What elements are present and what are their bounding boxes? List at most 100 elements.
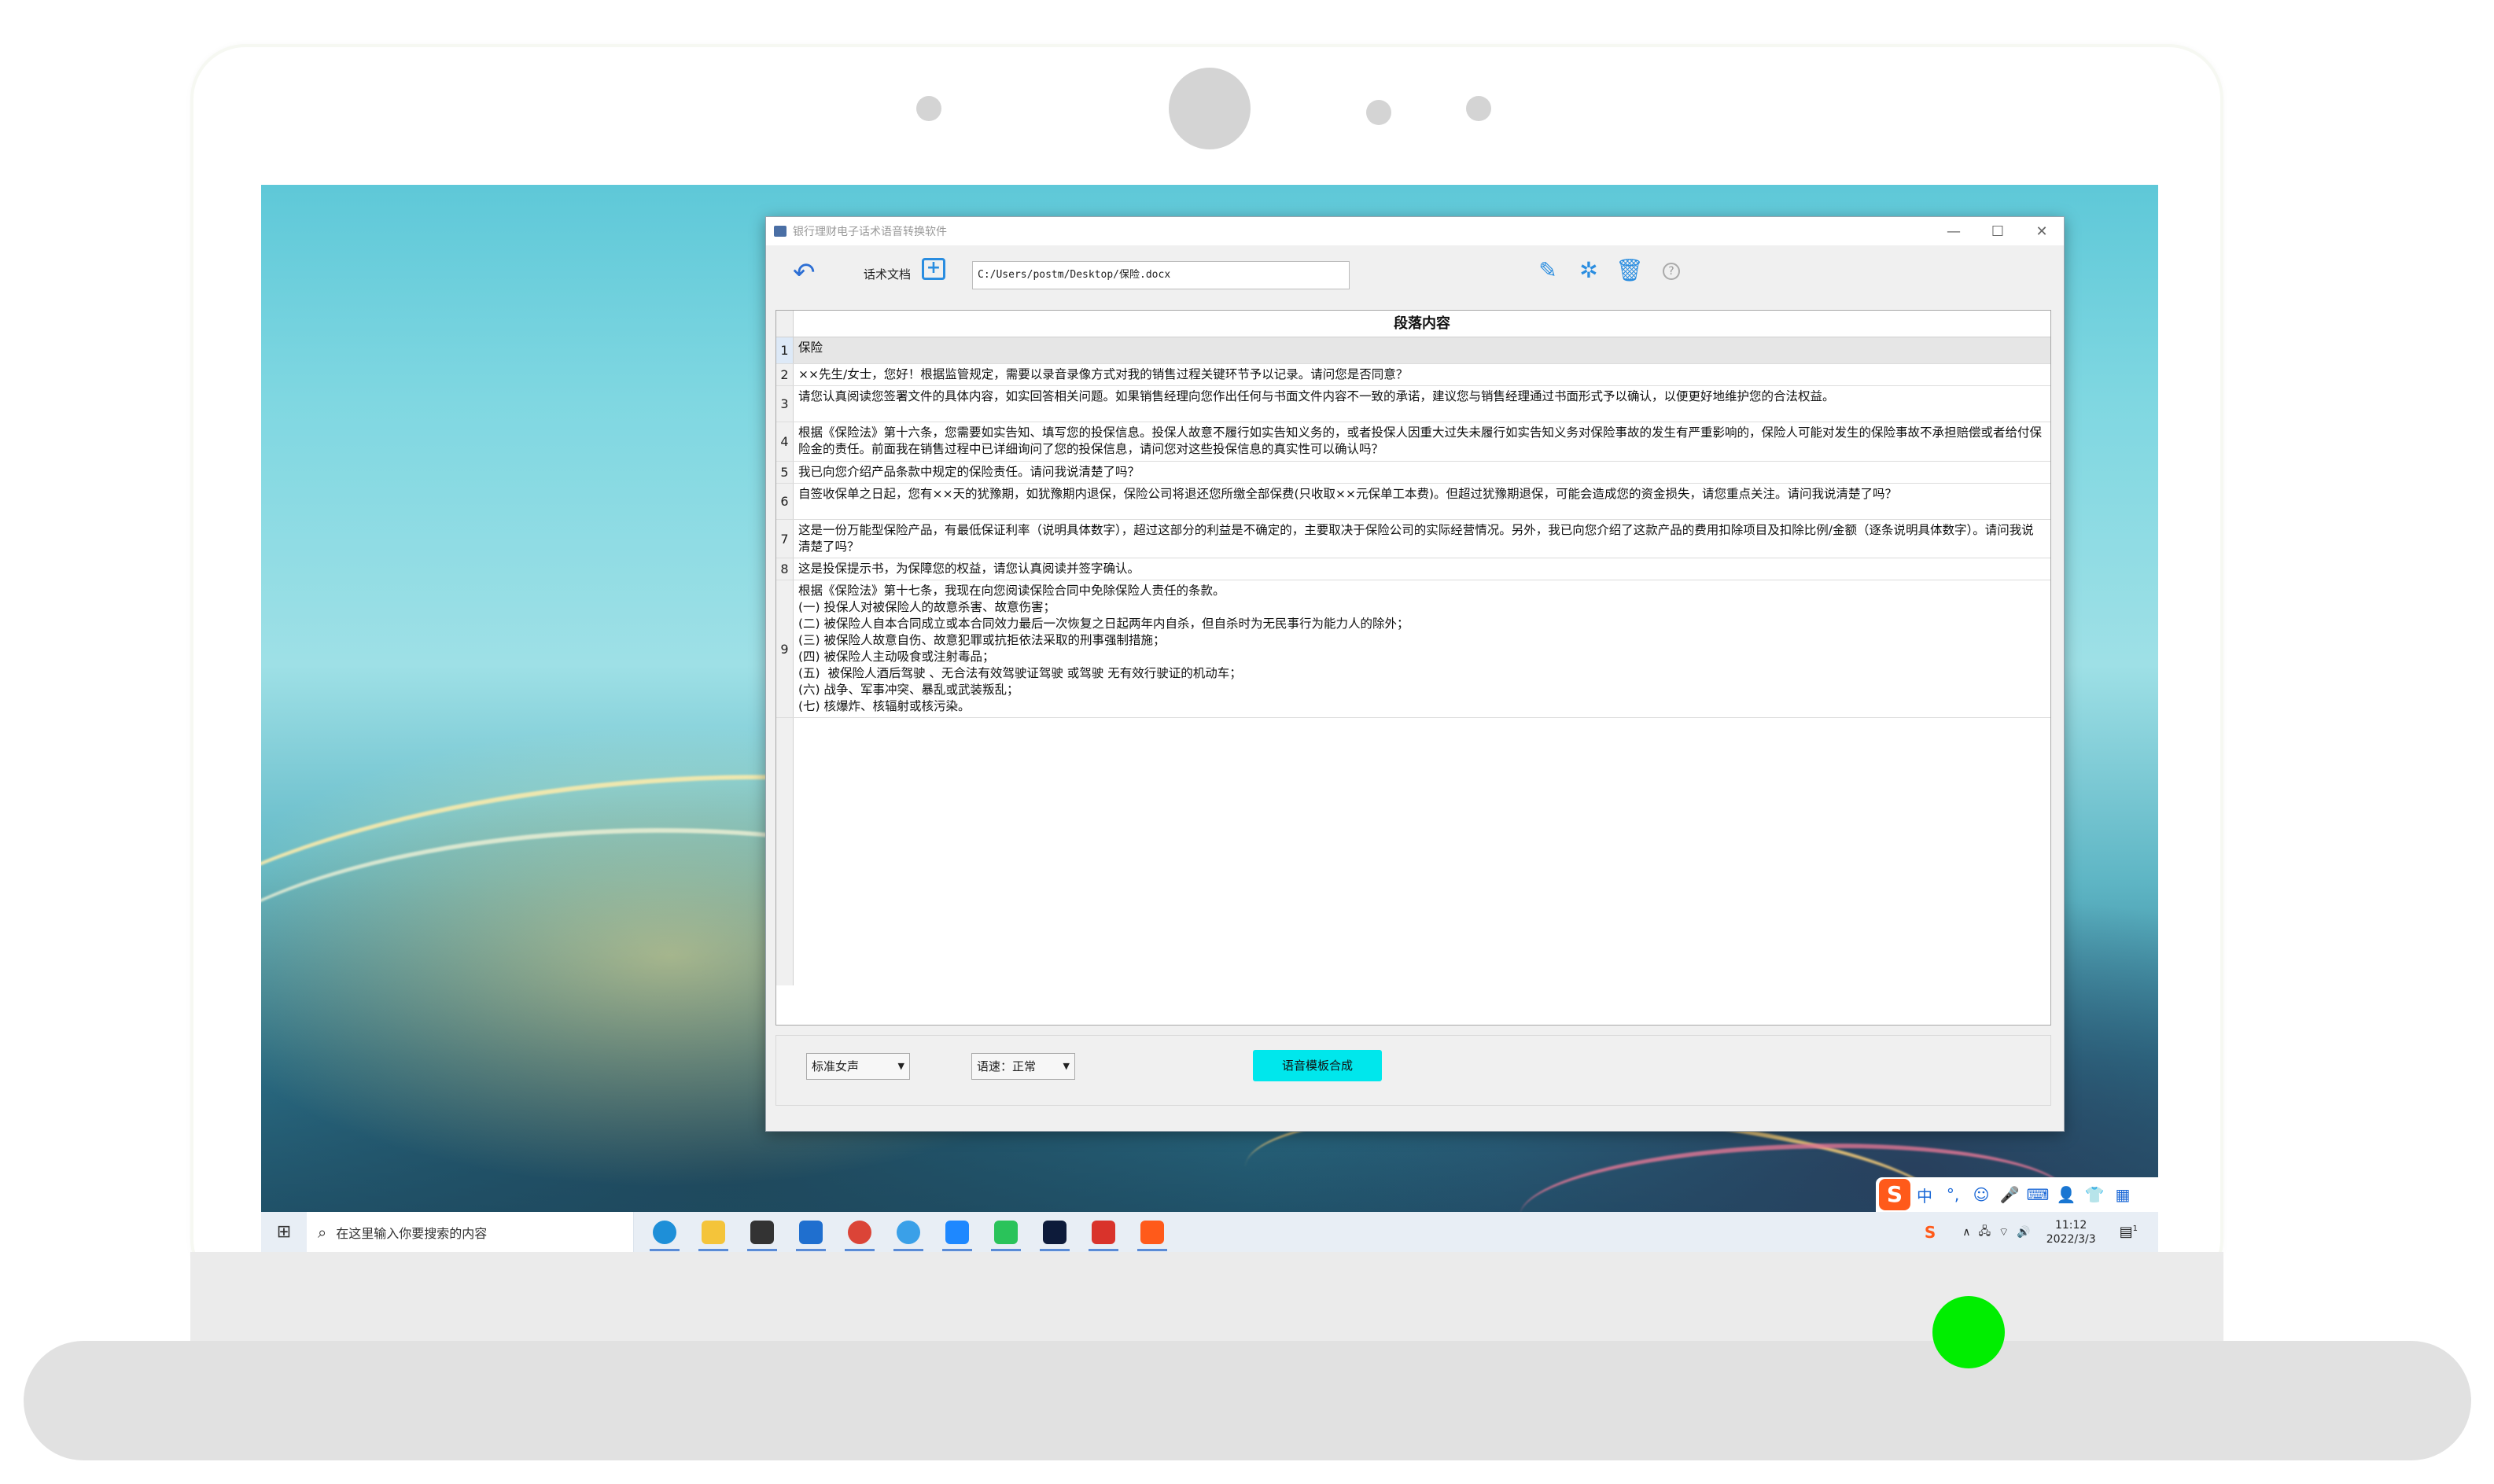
sogou-app-icon[interactable]: [1134, 1212, 1170, 1252]
voice-select[interactable]: 标准女声 ▼: [806, 1053, 910, 1080]
store-icon[interactable]: [744, 1212, 780, 1252]
ime-keyboard-icon[interactable]: ⌨: [2024, 1185, 2052, 1204]
file-explorer-icon[interactable]: [695, 1212, 731, 1252]
speed-select[interactable]: 语速：正常 ▼: [971, 1053, 1075, 1080]
paragraph-cell[interactable]: 请您认真阅读您签署文件的具体内容，如实回答相关问题。如果销售经理向您作出任何与书…: [794, 386, 2050, 422]
system-tray: S ∧ 🖧 ⌔ 🔊 11:12 2022/3/3 ▤1: [1925, 1212, 2158, 1252]
laptop-foot: [24, 1341, 2471, 1460]
help-icon[interactable]: ?: [1663, 263, 1680, 280]
running-indicator: [796, 1249, 826, 1251]
table-row[interactable]: 8 这是投保提示书，为保障您的权益，请您认真阅读并签字确认。: [776, 558, 2050, 580]
chevron-up-icon[interactable]: ∧: [1962, 1226, 1970, 1239]
running-indicator: [1089, 1249, 1118, 1251]
clock[interactable]: 11:12 2022/3/3: [2046, 1218, 2096, 1246]
row-number[interactable]: 1: [776, 337, 794, 363]
row-number[interactable]: 4: [776, 422, 794, 461]
chevron-down-icon: ▼: [897, 1061, 904, 1071]
trash-icon[interactable]: 🗑: [1615, 258, 1644, 283]
file-explorer-glyph: [702, 1220, 725, 1244]
ie-icon[interactable]: [890, 1212, 927, 1252]
wechat-glyph: [994, 1220, 1018, 1244]
feishu-icon[interactable]: [939, 1212, 975, 1252]
back-arrow-icon[interactable]: ↶: [793, 260, 816, 286]
table-row[interactable]: 3 请您认真阅读您签署文件的具体内容，如实回答相关问题。如果销售经理向您作出任何与…: [776, 386, 2050, 422]
table-row[interactable]: 9 根据《保险法》第十七条，我现在向您阅读保险合同中免除保险人责任的条款。 (一)…: [776, 580, 2050, 718]
paragraph-cell[interactable]: 自签收保单之日起，您有××天的犹豫期，如犹豫期内退保，保险公司将退还您所缴全部保…: [794, 484, 2050, 519]
ime-voice-icon[interactable]: 🎤: [1995, 1185, 2024, 1204]
running-indicator: [698, 1249, 728, 1251]
split-icon[interactable]: ✲: [1576, 258, 1601, 283]
sogou-logo-icon[interactable]: S: [1879, 1179, 1910, 1210]
paragraph-cell[interactable]: 这是投保提示书，为保障您的权益，请您认真阅读并签字确认。: [794, 558, 2050, 580]
feishu-glyph: [945, 1220, 969, 1244]
edge-icon[interactable]: [647, 1212, 683, 1252]
table-row[interactable]: 6 自签收保单之日起，您有××天的犹豫期，如犹豫期内退保，保险公司将退还您所缴全部…: [776, 484, 2050, 520]
paragraph-cell[interactable]: ××先生/女士，您好！根据监管规定，需要以录音录像方式对我的销售过程关键环节予以…: [794, 364, 2050, 385]
notification-icon[interactable]: ▤1: [2120, 1224, 2138, 1240]
camera-dot-left: [916, 96, 941, 121]
ime-emoji-icon[interactable]: ☺: [1967, 1185, 1995, 1204]
row-number[interactable]: 8: [776, 558, 794, 580]
wps-icon[interactable]: [1085, 1212, 1122, 1252]
table-row[interactable]: 5 我已向您介绍产品条款中规定的保险责任。请问我说清楚了吗？: [776, 462, 2050, 484]
camera-dot-far-right: [1466, 96, 1491, 121]
photoshop-icon[interactable]: [1037, 1212, 1073, 1252]
open-folder-icon[interactable]: +: [922, 258, 945, 280]
store-glyph: [750, 1220, 774, 1244]
chrome-glyph: [848, 1220, 871, 1244]
paragraph-cell[interactable]: 根据《保险法》第十七条，我现在向您阅读保险合同中免除保险人责任的条款。 (一) …: [794, 580, 2050, 717]
window-controls: — ☐ ✕: [1932, 223, 2064, 240]
mail-icon[interactable]: [793, 1212, 829, 1252]
close-button[interactable]: ✕: [2020, 223, 2064, 240]
sogou-app-glyph: [1140, 1220, 1164, 1244]
volume-icon[interactable]: 🔊: [2017, 1226, 2030, 1239]
chrome-icon[interactable]: [842, 1212, 878, 1252]
ime-skin-icon[interactable]: 👕: [2080, 1185, 2109, 1204]
ime-user-icon[interactable]: 👤: [2052, 1185, 2080, 1204]
row-number-gutter: [776, 718, 794, 985]
file-path-input[interactable]: C:/Users/postm/Desktop/保险.docx: [972, 261, 1350, 289]
table-header: 段落内容: [776, 311, 2050, 337]
wechat-icon[interactable]: [988, 1212, 1024, 1252]
speed-select-value: 语速：正常: [977, 1059, 1037, 1073]
bottom-controls: 标准女声 ▼ 语速：正常 ▼ 语音模板合成: [775, 1035, 2051, 1106]
row-number[interactable]: 2: [776, 364, 794, 385]
row-number[interactable]: 9: [776, 580, 794, 717]
wifi-icon[interactable]: ⌔: [1999, 1225, 2009, 1239]
network-icon[interactable]: 🖧: [1978, 1223, 1991, 1242]
row-number[interactable]: 6: [776, 484, 794, 519]
desktop-screen: 银行理财电子话术语音转换软件 — ☐ ✕ ↶ 话术文档 + C:/Users/p…: [261, 185, 2158, 1252]
paragraph-cell[interactable]: 我已向您介绍产品条款中规定的保险责任。请问我说清楚了吗？: [794, 462, 2050, 483]
paragraph-cell[interactable]: 保险: [794, 337, 2050, 363]
sogou-tray-icon[interactable]: S: [1925, 1223, 1936, 1242]
row-number[interactable]: 7: [776, 520, 794, 558]
running-indicator: [942, 1249, 972, 1251]
table-row[interactable]: 7 这是一份万能型保险产品，有最低保证利率（说明具体数字），超过这部分的利益是不确…: [776, 520, 2050, 558]
search-placeholder: 在这里输入你要搜索的内容: [336, 1225, 488, 1241]
table-row[interactable]: 4 根据《保险法》第十六条，您需要如实告知、填写您的投保信息。投保人故意不履行如实…: [776, 422, 2050, 462]
maximize-button[interactable]: ☐: [1976, 223, 2020, 240]
notification-count: 1: [2132, 1224, 2138, 1233]
row-number[interactable]: 5: [776, 462, 794, 483]
edit-icon[interactable]: ✎: [1535, 258, 1560, 283]
photoshop-glyph: [1043, 1220, 1066, 1244]
ime-toolbar: S 中 °, ☺ 🎤 ⌨ 👤 👕 ▦: [1876, 1177, 2158, 1212]
ime-toolbox-icon[interactable]: ▦: [2109, 1185, 2137, 1204]
ime-chinese-mode[interactable]: 中: [1910, 1184, 1939, 1206]
running-indicator: [1040, 1249, 1070, 1251]
taskbar-search[interactable]: ⌕ 在这里输入你要搜索的内容: [307, 1212, 634, 1252]
title-bar: 银行理财电子话术语音转换软件 — ☐ ✕: [766, 217, 2064, 245]
paragraph-cell[interactable]: 这是一份万能型保险产品，有最低保证利率（说明具体数字），超过这部分的利益是不确定…: [794, 520, 2050, 558]
paragraph-cell[interactable]: 根据《保险法》第十六条，您需要如实告知、填写您的投保信息。投保人故意不履行如实告…: [794, 422, 2050, 461]
status-led: [1932, 1296, 2005, 1368]
running-indicator: [1137, 1249, 1167, 1251]
minimize-button[interactable]: —: [1932, 223, 1976, 240]
table-row[interactable]: 1 保险: [776, 337, 2050, 364]
synthesize-button[interactable]: 语音模板合成: [1253, 1050, 1382, 1081]
running-indicator: [893, 1249, 923, 1251]
row-number[interactable]: 3: [776, 386, 794, 422]
table-row[interactable]: 2 ××先生/女士，您好！根据监管规定，需要以录音录像方式对我的销售过程关键环节予…: [776, 364, 2050, 386]
windows-start-icon[interactable]: ⊞: [261, 1222, 307, 1242]
ime-punctuation-icon[interactable]: °,: [1939, 1185, 1967, 1204]
running-indicator: [650, 1249, 680, 1251]
